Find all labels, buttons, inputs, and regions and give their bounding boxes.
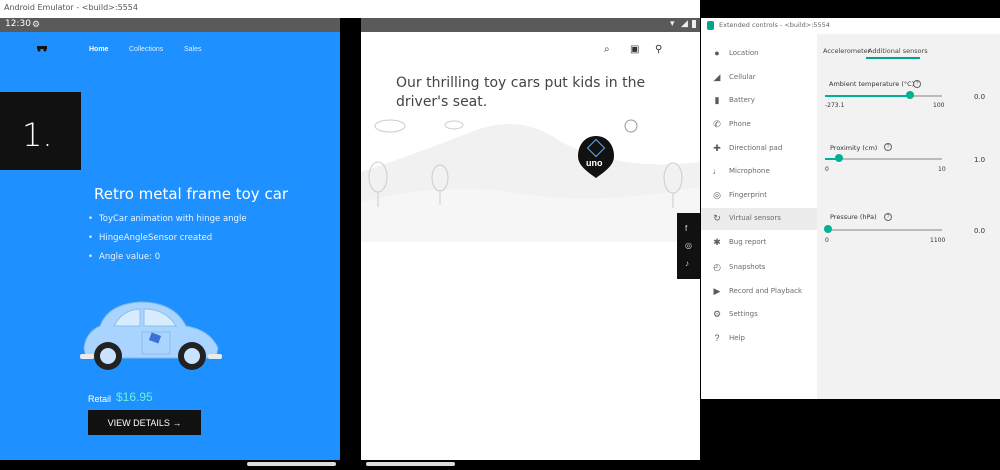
twitter-icon[interactable]: ♪ (685, 259, 689, 268)
product-title: Retro metal frame toy car (94, 185, 289, 203)
toy-car-image (80, 301, 222, 370)
sidebar-item-location[interactable]: ● Location (701, 43, 817, 65)
uno-logo[interactable]: uno (576, 134, 616, 180)
wifi-icon: ▾ (670, 18, 675, 28)
sidebar-item-snapshots[interactable]: ◴ Snapshots (701, 257, 817, 279)
status-time: 12:30 (5, 19, 31, 29)
slider-max: 100 (933, 102, 945, 109)
nav-collections[interactable]: Collections (129, 46, 163, 53)
help-icon[interactable]: ? (884, 143, 892, 151)
slider-max: 10 (938, 166, 946, 173)
screen-hinge (340, 18, 361, 470)
active-tab-indicator (866, 57, 920, 59)
help-icon[interactable]: ? (913, 80, 921, 88)
extended-controls-title-bar: Extended controls - <build>:5554 (701, 18, 1000, 34)
feature-bullet: Angle value: 0 (88, 252, 160, 262)
sidebar-item-record-playback[interactable]: ▶ Record and Playback (701, 281, 817, 303)
tab-additional-sensors[interactable]: Additional sensors (868, 47, 928, 55)
battery-icon: ▮ (714, 95, 720, 105)
cart-icon[interactable]: ▣ (630, 44, 639, 55)
view-details-button[interactable]: VIEW DETAILS → (88, 410, 201, 435)
home-indicator-left[interactable] (247, 462, 336, 466)
sidebar-item-phone[interactable]: ✆ Phone (701, 114, 817, 136)
slider-min: -273.1 (825, 102, 845, 109)
hills-background (361, 119, 700, 242)
pressure-knob[interactable] (824, 225, 832, 233)
sidebar-item-help[interactable]: ? Help (701, 328, 817, 350)
sidebar-item-microphone[interactable]: ♩ Microphone (701, 161, 817, 183)
ambient-temperature-fill (825, 95, 910, 97)
signal-icon: ◢ (713, 72, 721, 82)
search-icon[interactable]: ⌕ (604, 44, 610, 55)
slider-max: 1100 (930, 237, 946, 244)
slide-number: 1. (22, 116, 53, 154)
sidebar-item-fingerprint[interactable]: ◎ Fingerprint (701, 185, 817, 207)
help-icon: ? (714, 333, 720, 343)
pressure-value[interactable]: 0.0 (974, 227, 985, 235)
facebook-icon[interactable]: f (685, 224, 687, 233)
sidebar-item-battery[interactable]: ▮ Battery (701, 90, 817, 112)
extended-controls-title: Extended controls - <build>:5554 (719, 21, 830, 29)
sidebar-item-bug-report[interactable]: ✱ Bug report (701, 232, 817, 254)
instagram-icon[interactable]: ◎ (685, 241, 692, 250)
battery-icon (692, 20, 696, 28)
shield-icon (707, 21, 714, 30)
proximity-value[interactable]: 1.0 (974, 156, 985, 164)
sidebar-item-directional-pad[interactable]: ✚ Directional pad (701, 138, 817, 160)
feature-bullet: HingeAngleSensor created (88, 233, 212, 243)
sidebar-item-cellular[interactable]: ◢ Cellular (701, 67, 817, 89)
hero-headline: Our thrilling toy cars put kids in the d… (396, 75, 646, 110)
brand-logo-icon[interactable] (36, 44, 48, 52)
slide-number-box: 1. (0, 92, 81, 170)
dpad-icon: ✚ (713, 143, 721, 153)
slider-min: 0 (825, 237, 829, 244)
bug-icon: ✱ (713, 237, 721, 247)
pressure-slider[interactable] (825, 229, 942, 231)
ambient-temperature-knob[interactable] (906, 91, 914, 99)
rotate-icon: ↻ (713, 213, 721, 223)
tab-accelerometer[interactable]: Accelerometer (823, 47, 870, 55)
signal-icon: ◢ (681, 18, 688, 28)
pressure-label: Pressure (hPa) (830, 213, 877, 221)
retail-label: Retail (88, 394, 112, 404)
retail-price: $16.95 (116, 390, 153, 404)
ambient-temperature-label: Ambient temperature (°C) (829, 80, 915, 88)
slider-min: 0 (825, 166, 829, 173)
nav-home[interactable]: Home (89, 46, 108, 53)
ambient-temperature-value[interactable]: 0.0 (974, 93, 985, 101)
emulator-title-bar: Android Emulator - <build>:5554 (0, 0, 700, 18)
sidebar-item-settings[interactable]: ⚙ Settings (701, 304, 817, 326)
video-icon: ▶ (713, 286, 721, 296)
sidebar-item-virtual-sensors[interactable]: ↻ Virtual sensors (701, 208, 817, 230)
feature-bullet: ToyCar animation with hinge angle (88, 214, 247, 224)
gear-icon: ⚙ (712, 309, 722, 319)
fingerprint-icon: ◎ (713, 190, 721, 200)
user-icon[interactable]: ⚲ (655, 44, 662, 55)
proximity-knob[interactable] (835, 154, 843, 162)
nav-sales[interactable]: Sales (184, 46, 202, 53)
help-icon[interactable]: ? (884, 213, 892, 221)
phone-icon: ✆ (713, 119, 721, 129)
location-pin-icon: ● (714, 48, 720, 58)
proximity-label: Proximity (cm) (830, 144, 878, 152)
uno-logo-text: uno (586, 158, 603, 168)
emulator-title: Android Emulator - <build>:5554 (4, 3, 138, 12)
settings-icon: ⚙ (32, 19, 41, 29)
microphone-icon: ♩ (712, 166, 722, 176)
history-icon: ◴ (713, 262, 721, 272)
home-indicator-right[interactable] (366, 462, 455, 466)
